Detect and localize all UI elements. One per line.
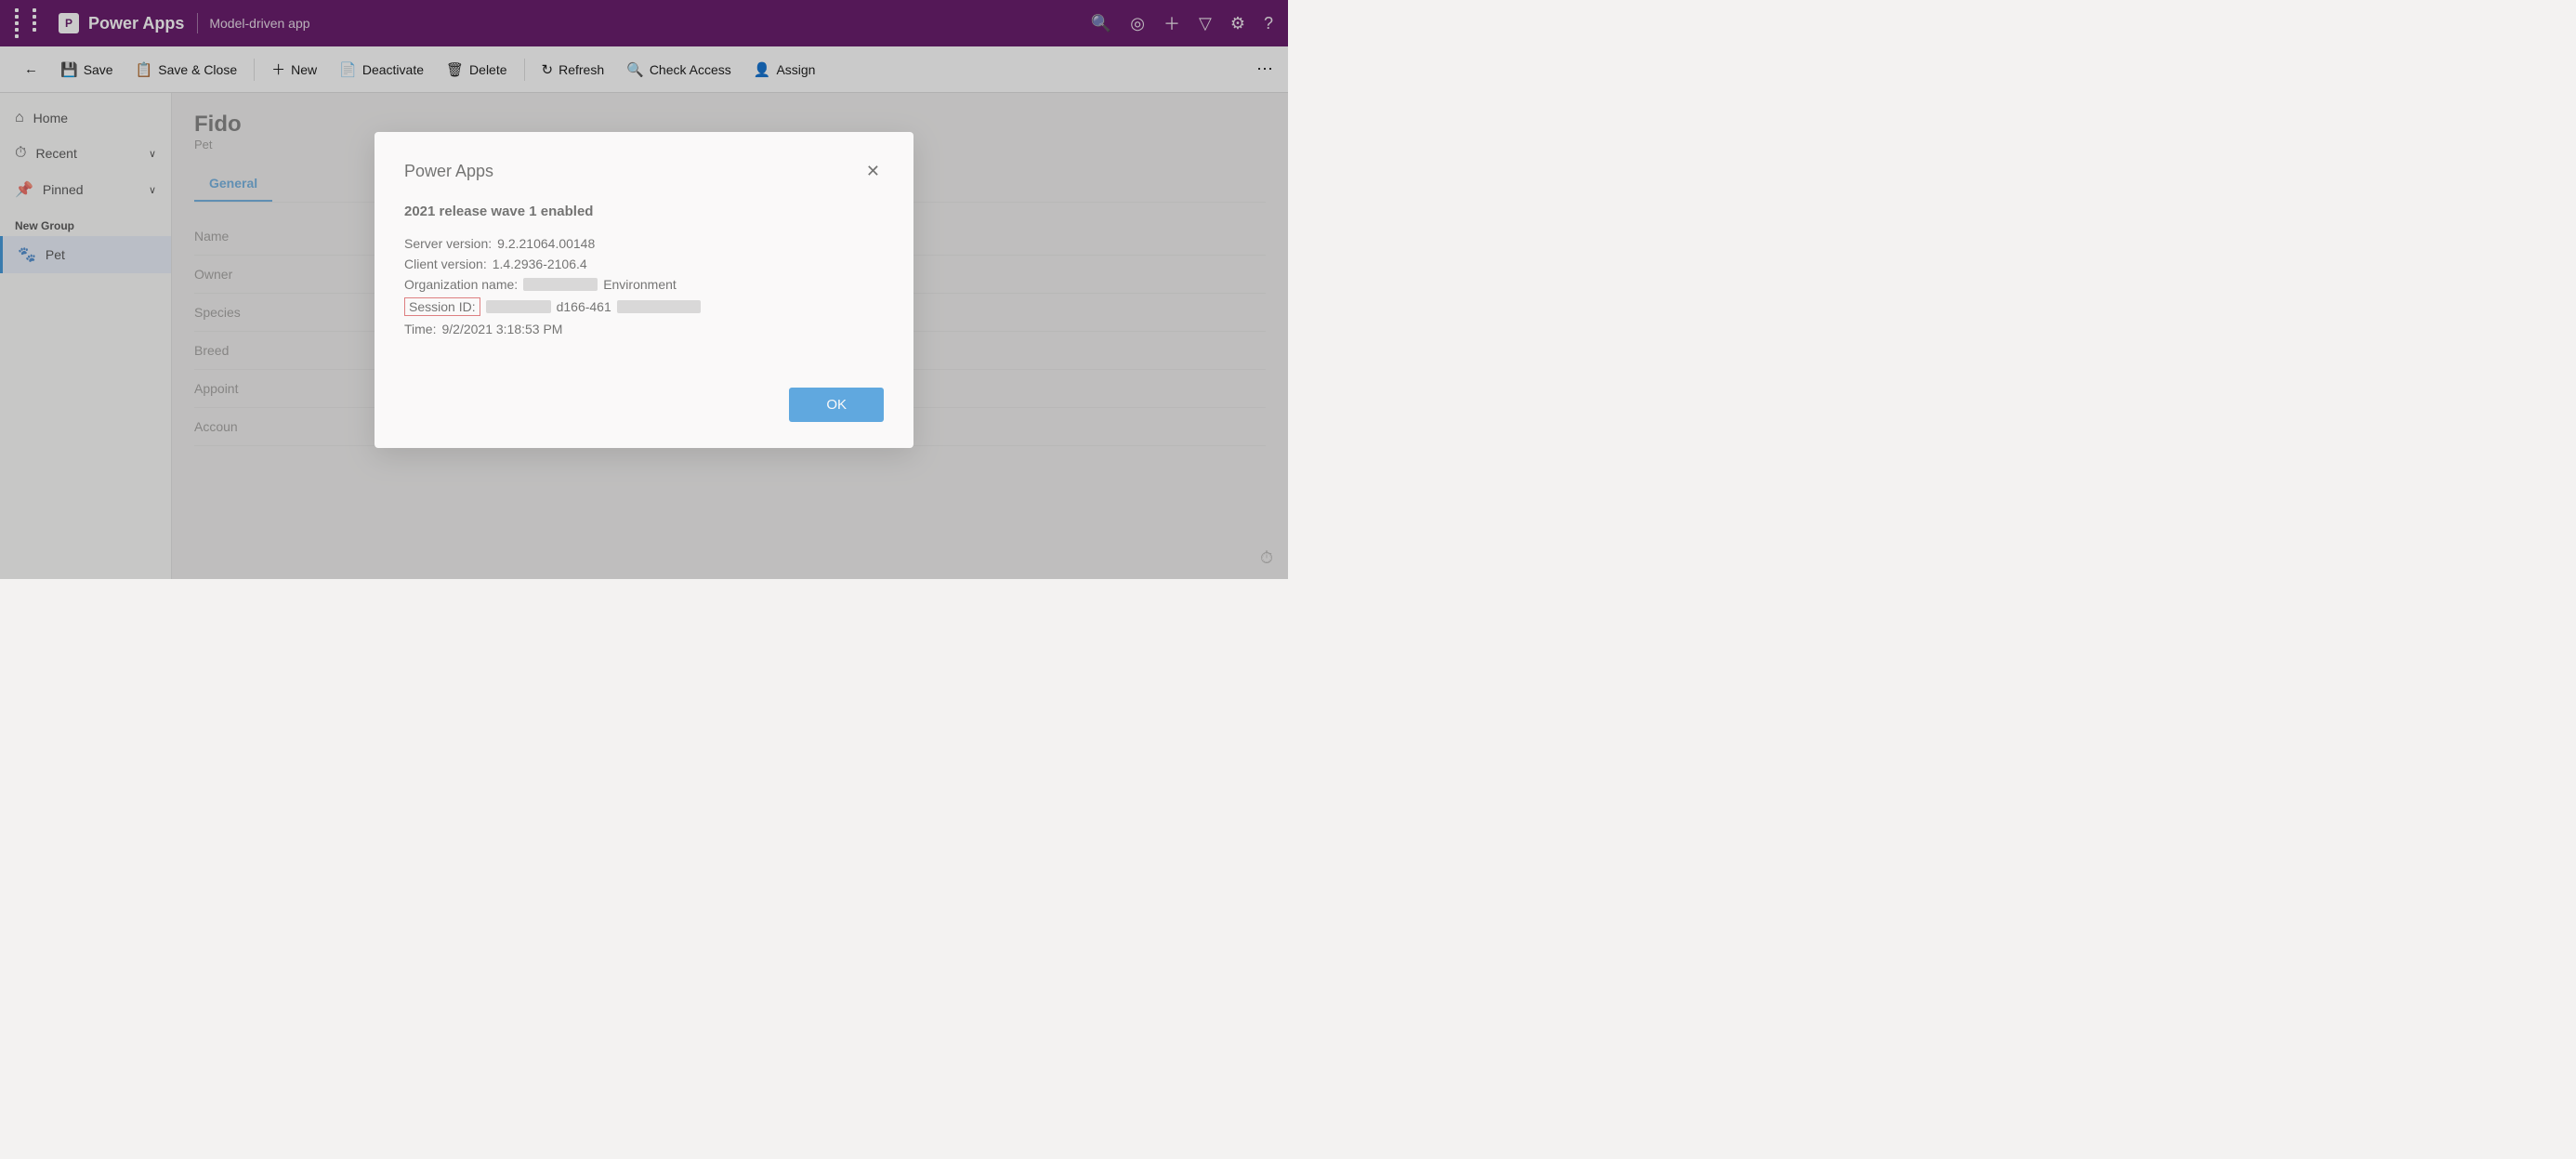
session-id-blurred-1	[486, 300, 551, 313]
modal-heading: 2021 release wave 1 enabled	[404, 204, 884, 219]
session-id-blurred-2	[617, 300, 701, 313]
server-version-label: Server version:	[404, 236, 492, 251]
org-name-blurred	[523, 278, 598, 291]
session-id-box: Session ID:	[404, 297, 480, 316]
modal-overlay: Power Apps ✕ 2021 release wave 1 enabled…	[0, 0, 1288, 579]
server-version-line: Server version: 9.2.21064.00148	[404, 236, 884, 251]
time-line: Time: 9/2/2021 3:18:53 PM	[404, 322, 884, 336]
client-version-label: Client version:	[404, 257, 487, 271]
org-name-label: Organization name:	[404, 277, 518, 292]
session-id-mid: d166-461	[557, 299, 611, 314]
session-id-line: Session ID: d166-461	[404, 297, 884, 316]
modal-title: Power Apps	[404, 162, 493, 181]
ok-button[interactable]: OK	[789, 388, 884, 422]
modal-body: 2021 release wave 1 enabled Server versi…	[404, 204, 884, 350]
modal-close-button[interactable]: ✕	[862, 158, 884, 185]
org-env-label: Environment	[603, 277, 677, 292]
modal-header: Power Apps ✕	[404, 158, 884, 185]
client-version-line: Client version: 1.4.2936-2106.4	[404, 257, 884, 271]
main-content: Fido Pet General Name Owner Species Bree…	[172, 93, 1288, 579]
time-value: 9/2/2021 3:18:53 PM	[441, 322, 562, 336]
dialog-power-apps: Power Apps ✕ 2021 release wave 1 enabled…	[375, 132, 913, 448]
app-layout: ⌂ Home ⏱ Recent ∨ 📌 Pinned ∨ New Group 🐾…	[0, 93, 1288, 579]
server-version-value: 9.2.21064.00148	[497, 236, 595, 251]
time-label: Time:	[404, 322, 436, 336]
org-name-line: Organization name: Environment	[404, 277, 884, 292]
modal-footer: OK	[404, 388, 884, 422]
session-id-label: Session ID:	[404, 297, 480, 316]
client-version-value: 1.4.2936-2106.4	[493, 257, 587, 271]
